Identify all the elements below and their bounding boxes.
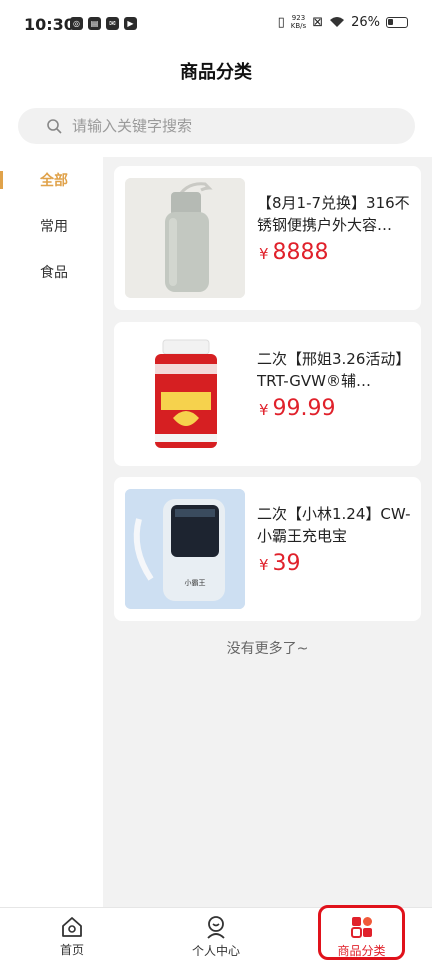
price-value: 8888 (272, 240, 329, 265)
power-bank-image: 小霸王 (125, 489, 245, 609)
app-notification-icon: ▤ (88, 17, 101, 30)
product-price: ¥8888 (259, 240, 329, 265)
category-item-common[interactable]: 常用 (0, 203, 103, 249)
product-name: 【8月1-7兑换】316不锈钢便携户外大容… (257, 194, 410, 234)
product-card[interactable]: 【8月1-7兑换】316不锈钢便携户外大容… ¥8888 (114, 166, 421, 310)
vibrate-icon: ▯ (277, 14, 285, 30)
battery-percent: 26% (351, 14, 380, 30)
category-label: 全部 (40, 173, 68, 189)
category-grid-icon (350, 916, 372, 938)
wifi-icon (330, 17, 345, 27)
network-speed-unit: KB/s (290, 22, 307, 30)
search-icon (47, 119, 62, 134)
bottom-tab-bar: 首页 个人中心 商品分类 (0, 907, 432, 964)
product-card[interactable]: 二次【邢姐3.26活动】TRT-GVW®辅… ¥99.99 (114, 322, 421, 466)
svg-text:小霸王: 小霸王 (185, 578, 206, 587)
category-label: 食品 (40, 265, 68, 281)
supplement-bottle-image (125, 334, 245, 454)
notification-icons: ◎ ▤ ✉ ▶ (70, 17, 137, 30)
battery-icon (386, 16, 408, 28)
search-input[interactable] (72, 117, 372, 135)
tab-label: 首页 (59, 942, 84, 957)
price-currency: ¥ (259, 401, 269, 419)
app-notification-icon: ◎ (70, 17, 83, 30)
tab-label: 个人中心 (191, 943, 240, 958)
price-currency: ¥ (259, 245, 269, 263)
list-end-text: 没有更多了~ (226, 641, 309, 657)
search-bar[interactable] (18, 108, 415, 144)
network-speed-value: 923 (291, 14, 306, 22)
tab-categories[interactable]: 商品分类 (321, 908, 402, 965)
status-time: 10:30 (24, 15, 75, 34)
thermos-bottle-image (125, 178, 245, 298)
home-icon (62, 916, 82, 937)
price-value: 99.99 (272, 396, 336, 421)
category-sidebar: 全部 常用 食品 (0, 157, 103, 907)
product-card[interactable]: 小霸王 二次【小林1.24】CW-小霸王充电宝 ¥39 (114, 477, 421, 621)
page-title: 商品分类 (180, 62, 252, 83)
category-label: 常用 (40, 219, 68, 235)
user-icon (207, 915, 225, 939)
product-name: 二次【邢姐3.26活动】TRT-GVW®辅… (257, 350, 411, 390)
sim-icon: ⊠ (312, 14, 324, 30)
status-bar: 10:30 ◎ ▤ ✉ ▶ ▯ 923 KB/s ⊠ 26% (0, 0, 432, 50)
category-item-all[interactable]: 全部 (0, 157, 103, 203)
tab-label: 商品分类 (337, 943, 386, 958)
product-list: 【8月1-7兑换】316不锈钢便携户外大容… ¥8888 二次【邢姐3.26活动… (103, 157, 432, 907)
category-item-food[interactable]: 食品 (0, 249, 103, 295)
product-price: ¥39 (259, 551, 301, 576)
status-right: ▯ 923 KB/s ⊠ 26% (278, 14, 408, 30)
network-speed: 923 KB/s (291, 14, 306, 30)
mail-notification-icon: ✉ (106, 17, 119, 30)
app-notification-icon: ▶ (124, 17, 137, 30)
product-name: 二次【小林1.24】CW-小霸王充电宝 (257, 505, 411, 545)
tab-profile[interactable]: 个人中心 (170, 908, 262, 965)
price-currency: ¥ (259, 556, 269, 574)
tab-home[interactable]: 首页 (40, 908, 104, 965)
product-price: ¥99.99 (259, 396, 336, 421)
price-value: 39 (272, 551, 301, 576)
